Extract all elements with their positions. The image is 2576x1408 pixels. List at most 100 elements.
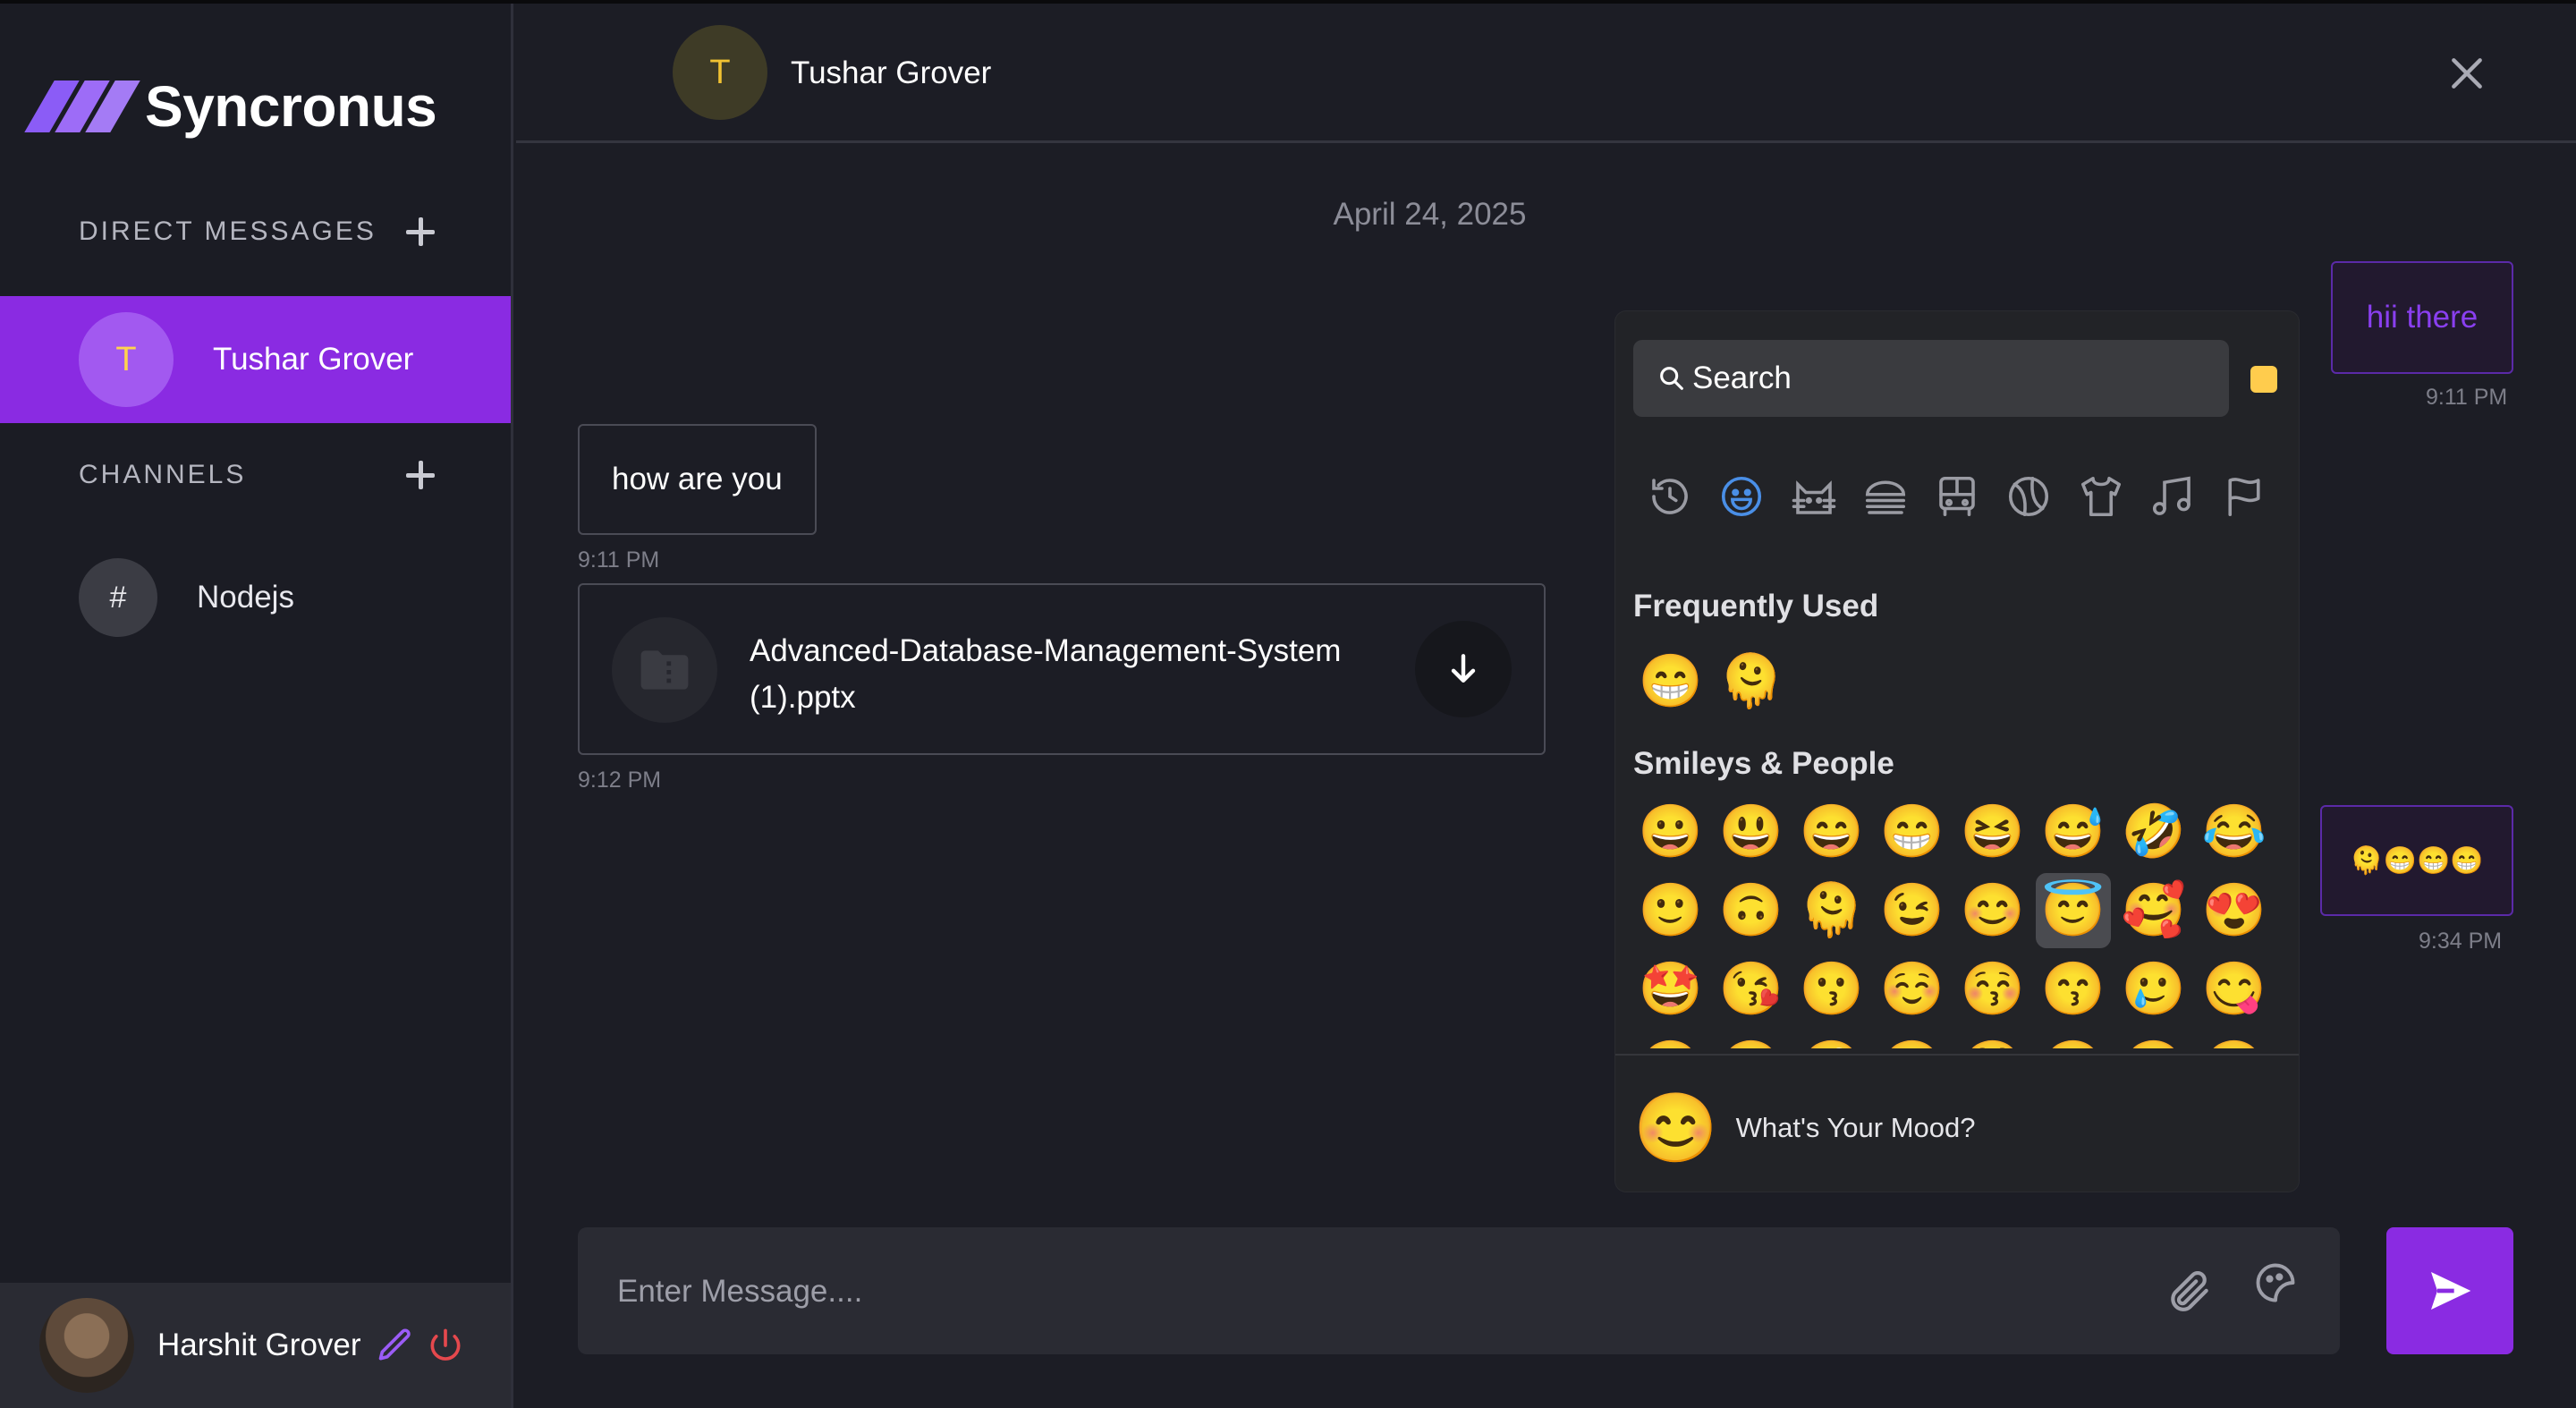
picker-divider	[1615, 1054, 2299, 1056]
emoji-button[interactable]: 😛	[1633, 1031, 1708, 1048]
emoji-button[interactable]: 😚	[1955, 952, 2030, 1027]
chat-header: T Tushar Grover	[516, 4, 2576, 143]
message-input-container: Enter Message....	[578, 1227, 2340, 1354]
emoji-sticker-icon[interactable]	[2252, 1260, 2299, 1306]
emoji-button[interactable]: 😁	[1633, 644, 1708, 719]
contact-name: Tushar Grover	[213, 342, 414, 377]
emoji-button[interactable]: 😄	[1794, 794, 1869, 869]
close-icon[interactable]	[2447, 54, 2487, 93]
emoji-button[interactable]: 🤩	[1633, 952, 1708, 1027]
flags-icon[interactable]	[2220, 472, 2268, 521]
emoji-button[interactable]: 😅	[2036, 794, 2111, 869]
user-name: Harshit Grover	[157, 1327, 361, 1362]
emoji-button[interactable]: 🙂	[1633, 873, 1708, 948]
direct-messages-header: DIRECT MESSAGES	[79, 216, 436, 247]
emoji-button[interactable]: 😃	[1714, 794, 1789, 869]
symbols-icon[interactable]	[2148, 472, 2197, 521]
logo-icon	[24, 81, 140, 132]
app-logo[interactable]: Syncronus	[24, 73, 437, 140]
sidebar-item-tushar-grover[interactable]: T Tushar Grover	[0, 296, 511, 423]
emoji-category-bar	[1633, 472, 2281, 526]
frequently-used-grid: 😁 🫠	[1633, 644, 2277, 723]
skin-tone-selector[interactable]	[2250, 366, 2277, 393]
app-name: Syncronus	[145, 74, 437, 139]
channel-name: Nodejs	[197, 580, 294, 615]
search-icon	[1660, 367, 1683, 390]
message-time: 9:12 PM	[578, 768, 662, 793]
emoji-button[interactable]: 😉	[1875, 873, 1950, 948]
direct-messages-title: DIRECT MESSAGES	[79, 216, 377, 246]
smileys-people-label: Smileys & People	[1633, 746, 1894, 781]
message-input[interactable]: Enter Message....	[617, 1274, 862, 1310]
emoji-button[interactable]: 😊	[1955, 873, 2030, 948]
preview-emoji: 😊	[1633, 1090, 1718, 1166]
channels-header: CHANNELS	[79, 460, 436, 490]
emoji-button[interactable]: 😗	[1794, 952, 1869, 1027]
emoji-button[interactable]: 🤭	[2116, 1031, 2191, 1048]
emoji-button[interactable]: ☺️	[1875, 952, 1950, 1027]
message-time: 9:11 PM	[578, 547, 660, 573]
emoji-button[interactable]: 😆	[1955, 794, 2030, 869]
channel-hash-icon: #	[79, 558, 157, 637]
message-out: hii there	[2331, 261, 2513, 374]
file-message: Advanced-Database-Management-System (1).…	[578, 583, 1546, 755]
add-dm-plus-icon[interactable]	[404, 216, 436, 248]
food-icon[interactable]	[1861, 472, 1910, 521]
download-button[interactable]	[1415, 621, 1512, 717]
message-text: 🫠😁😁😁	[2350, 845, 2484, 876]
emoji-button[interactable]: 😘	[1714, 952, 1789, 1027]
emoji-picker: Search Frequently Used 😁 🫠 Smileys & Peo…	[1615, 311, 2299, 1192]
date-separator: April 24, 2025	[1333, 197, 1527, 232]
avatar: T	[79, 312, 174, 407]
emoji-button[interactable]: 🥰	[2116, 873, 2191, 948]
emoji-button[interactable]: 😇	[2036, 873, 2111, 948]
emoji-button[interactable]: 🤑	[1955, 1031, 2030, 1048]
app: Syncronus DIRECT MESSAGES T Tushar Grove…	[0, 0, 2576, 1408]
send-button[interactable]	[2386, 1227, 2513, 1354]
emoji-button[interactable]: 😜	[1714, 1031, 1789, 1048]
emoji-button[interactable]: 😍	[2197, 873, 2272, 948]
search-placeholder: Search	[1692, 360, 1792, 395]
edit-pencil-icon[interactable]	[376, 1326, 415, 1365]
emoji-button[interactable]: 🤣	[2116, 794, 2191, 869]
animals-icon[interactable]	[1790, 472, 1838, 521]
emoji-button[interactable]: 🤪	[1794, 1031, 1869, 1048]
emoji-button[interactable]: 😝	[1875, 1031, 1950, 1048]
emoji-button[interactable]: 😀	[1633, 794, 1708, 869]
contact-avatar: T	[673, 25, 767, 120]
preview-text: What's Your Mood?	[1735, 1112, 1976, 1143]
emoji-button[interactable]: 🥲	[2116, 952, 2191, 1027]
travel-icon[interactable]	[1933, 472, 1981, 521]
message-text: how are you	[612, 462, 783, 496]
emoji-preview: 😊 What's Your Mood?	[1633, 1088, 1976, 1168]
message-time: 9:11 PM	[2426, 385, 2508, 410]
recent-icon[interactable]	[1646, 472, 1694, 521]
emoji-button[interactable]: 😁	[1875, 794, 1950, 869]
frequently-used-label: Frequently Used	[1633, 589, 1879, 623]
file-name: Advanced-Database-Management-System (1).…	[750, 633, 1342, 715]
message-in: how are you	[578, 424, 817, 535]
emoji-button[interactable]: 🫢	[2197, 1031, 2272, 1048]
objects-icon[interactable]	[2077, 472, 2125, 521]
attachment-icon[interactable]	[2165, 1267, 2215, 1317]
emoji-button[interactable]: 😂	[2197, 794, 2272, 869]
emoji-search-input[interactable]: Search	[1633, 340, 2229, 417]
user-avatar[interactable]	[39, 1298, 134, 1393]
emoji-button[interactable]: 🙃	[1714, 873, 1789, 948]
emoji-button[interactable]: 🫠	[1794, 873, 1869, 948]
message-out: 🫠😁😁😁	[2320, 805, 2513, 916]
emoji-button[interactable]: 🫠	[1714, 644, 1789, 719]
emoji-button[interactable]: 😋	[2197, 952, 2272, 1027]
emoji-button[interactable]: 🤗	[2036, 1031, 2111, 1048]
logout-power-icon[interactable]	[426, 1326, 465, 1365]
send-icon	[2431, 1272, 2471, 1310]
emoji-button[interactable]: 😙	[2036, 952, 2111, 1027]
emoji-scroll-area[interactable]: 😀😃😄😁😆😅🤣😂 🙂🙃🫠😉😊😇🥰😍 🤩😘😗☺️😚😙🥲😋 😛 😜 🤪 😝 🤑 🤗 🤭 🫢	[1615, 794, 2299, 1048]
contact-name-header: Tushar Grover	[791, 55, 992, 90]
smileys-icon[interactable]	[1717, 472, 1766, 521]
add-channel-plus-icon[interactable]	[404, 459, 436, 491]
message-time: 9:34 PM	[2419, 929, 2503, 954]
sidebar-item-nodejs[interactable]: # Nodejs	[79, 558, 294, 637]
activity-icon[interactable]	[2004, 472, 2053, 521]
smileys-grid: 😀😃😄😁😆😅🤣😂 🙂🙃🫠😉😊😇🥰😍 🤩😘😗☺️😚😙🥲😋 😛 😜 🤪 😝 🤑 🤗 🤭 🫢	[1633, 794, 2277, 1048]
